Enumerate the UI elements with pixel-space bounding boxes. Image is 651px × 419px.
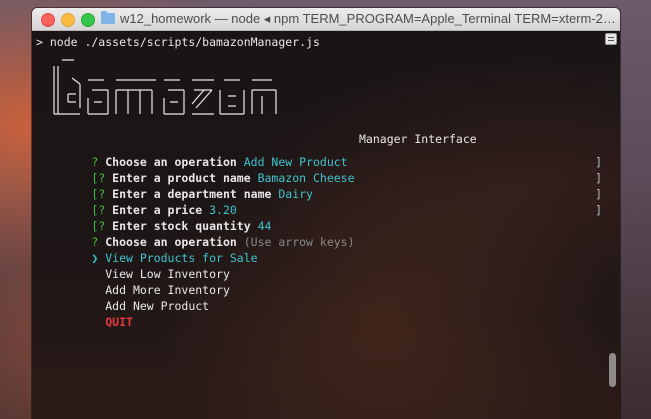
- ascii-banner: Manager Interface: [36, 50, 602, 146]
- prompt-bracket: ]: [595, 171, 602, 185]
- answered-prompt-price: [? Enter a price 3.20]: [36, 186, 602, 217]
- bamazon-ascii-logo: [53, 59, 277, 115]
- window-title: w12_homework — node ◂ npm TERM_PROGRAM=A…: [120, 11, 616, 26]
- current-prompt: ? Choose an operation (Use arrow keys): [36, 218, 602, 249]
- menu-item-label: QUIT: [105, 315, 133, 329]
- menu-item-add-more-inventory[interactable]: Add More Inventory: [36, 266, 602, 297]
- menu-item-add-new-product[interactable]: Add New Product: [36, 282, 602, 313]
- menu-item-quit[interactable]: QUIT: [36, 298, 602, 329]
- maximize-window-button[interactable]: [81, 13, 95, 27]
- minimize-window-button[interactable]: [61, 13, 75, 27]
- title-bar[interactable]: w12_homework — node ◂ npm TERM_PROGRAM=A…: [32, 8, 620, 31]
- scroll-menu-icon[interactable]: [605, 33, 617, 45]
- answered-prompt-product-name: [? Enter a product name Bamazon Cheese]: [36, 154, 602, 185]
- prompt-bracket: ]: [595, 203, 602, 217]
- answered-prompt-department: [? Enter a department name Dairy]: [36, 170, 602, 201]
- prompt-bracket: ]: [595, 155, 602, 169]
- answered-prompt-operation: ? Choose an operation Add New Product: [36, 138, 602, 169]
- folder-icon: [101, 11, 115, 24]
- vertical-scrollbar[interactable]: [604, 31, 620, 419]
- prompt-bracket: ]: [595, 187, 602, 201]
- terminal-window[interactable]: w12_homework — node ◂ npm TERM_PROGRAM=A…: [32, 8, 620, 419]
- answered-prompt-stock: [? Enter stock quantity 44]: [36, 202, 602, 233]
- menu-item-view-products[interactable]: ❯ View Products for Sale: [36, 234, 602, 265]
- scrollbar-thumb[interactable]: [609, 353, 616, 387]
- command-line: > node ./assets/scripts/bamazonManager.j…: [36, 35, 320, 49]
- pointer-spacer: [91, 315, 105, 329]
- menu-item-view-low-inventory[interactable]: View Low Inventory: [36, 250, 602, 281]
- close-window-button[interactable]: [41, 13, 55, 27]
- terminal-content[interactable]: > node ./assets/scripts/bamazonManager.j…: [32, 31, 620, 419]
